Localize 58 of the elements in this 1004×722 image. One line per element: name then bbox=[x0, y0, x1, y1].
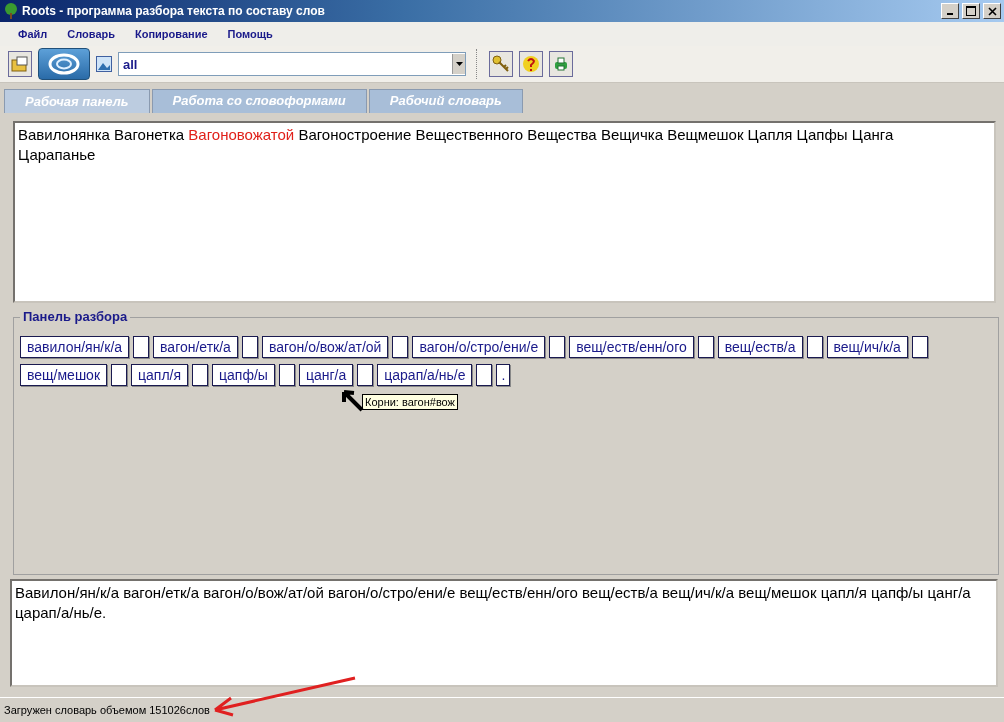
panel-title: Панель разбора bbox=[20, 309, 131, 324]
word-chip[interactable]: вагон/о/стро/ени/е bbox=[412, 336, 546, 358]
separator-box[interactable] bbox=[278, 364, 295, 386]
menu-item[interactable]: Помощь bbox=[217, 28, 283, 40]
word-chip[interactable]: цапф/ы bbox=[212, 364, 275, 386]
separator-box[interactable] bbox=[806, 336, 823, 358]
menu-item[interactable]: Копирование bbox=[125, 28, 218, 40]
maximize-button[interactable] bbox=[962, 3, 980, 19]
source-text-area[interactable]: Вавилонянка Вагонетка Вагоновожатой Вагоностроение Вещественного Вещества Вещичка Вещмешок Цапля Цапфы Цанга Царапанье bbox=[13, 121, 996, 303]
maximize-icon bbox=[966, 6, 976, 16]
result-text-area[interactable]: Вавилон/ян/к/а вагон/етк/а вагон/о/вож/ат/ой вагон/о/стро/ени/е вещ/еств/енн/ого вещ/еств/а вещ/ич/к/а вещ/мешок цапл/я цапф/ы цанг/а царап/а/нь/е. bbox=[10, 579, 998, 687]
refresh-button[interactable] bbox=[38, 48, 90, 80]
text: Царапанье bbox=[18, 146, 96, 163]
close-button[interactable] bbox=[983, 3, 1001, 19]
highlighted-word: Вагоновожатой bbox=[188, 126, 295, 143]
close-icon bbox=[987, 6, 997, 16]
separator-box[interactable] bbox=[392, 336, 409, 358]
folder-icon bbox=[11, 55, 29, 73]
open-button[interactable] bbox=[8, 51, 32, 77]
minimize-button[interactable] bbox=[941, 3, 959, 19]
word-chip[interactable]: вещ/мешок bbox=[20, 364, 108, 386]
text: Вавилонянка Вагонетка bbox=[18, 126, 185, 143]
separator-box[interactable] bbox=[357, 364, 374, 386]
menu-item[interactable]: Словарь bbox=[57, 28, 125, 40]
key-button[interactable] bbox=[489, 51, 513, 77]
word-chip[interactable]: вещ/еств/а bbox=[717, 336, 803, 358]
text: Вагоностроение Вещественного Вещества Вещичка Вещмешок Цапля Цапфы Цанга bbox=[298, 126, 894, 143]
help-button[interactable] bbox=[519, 51, 543, 77]
punctuation-chip[interactable]: . bbox=[496, 364, 511, 386]
tooltip: Корни: вагон#вож bbox=[362, 394, 458, 410]
key-icon bbox=[492, 55, 510, 73]
printer-icon bbox=[553, 56, 569, 72]
refresh-icon bbox=[47, 53, 81, 75]
question-icon bbox=[522, 55, 540, 73]
word-chip[interactable]: цанг/а bbox=[298, 364, 354, 386]
separator-box[interactable] bbox=[241, 336, 258, 358]
separator-box[interactable] bbox=[133, 336, 150, 358]
word-chip[interactable]: вагон/о/вож/ат/ой bbox=[261, 336, 389, 358]
status-text: Загружен словарь объемом 151026слов bbox=[4, 704, 210, 716]
filter-combobox[interactable]: all bbox=[118, 52, 466, 76]
dropdown-arrow-icon bbox=[455, 62, 463, 66]
separator-box[interactable] bbox=[111, 364, 128, 386]
word-chip[interactable]: вагон/етк/а bbox=[153, 336, 238, 358]
word-chip[interactable]: вавилон/ян/к/а bbox=[20, 336, 130, 358]
menu-item[interactable]: Файл bbox=[8, 28, 58, 40]
window-title: Roots - программа разбора текста по составу слов bbox=[22, 4, 326, 18]
word-chip[interactable]: вещ/еств/енн/ого bbox=[569, 336, 694, 358]
separator-box[interactable] bbox=[911, 336, 928, 358]
word-chip[interactable]: цапл/я bbox=[131, 364, 189, 386]
image-icon[interactable] bbox=[96, 56, 112, 72]
separator-box[interactable] bbox=[549, 336, 566, 358]
word-chip[interactable]: царап/а/нь/е bbox=[377, 364, 473, 386]
separator-box[interactable] bbox=[192, 364, 209, 386]
word-chip[interactable]: вещ/ич/к/а bbox=[826, 336, 908, 358]
printer-button[interactable] bbox=[549, 51, 573, 77]
separator-box[interactable] bbox=[697, 336, 714, 358]
tree-icon bbox=[3, 3, 19, 19]
separator-box[interactable] bbox=[476, 364, 493, 386]
